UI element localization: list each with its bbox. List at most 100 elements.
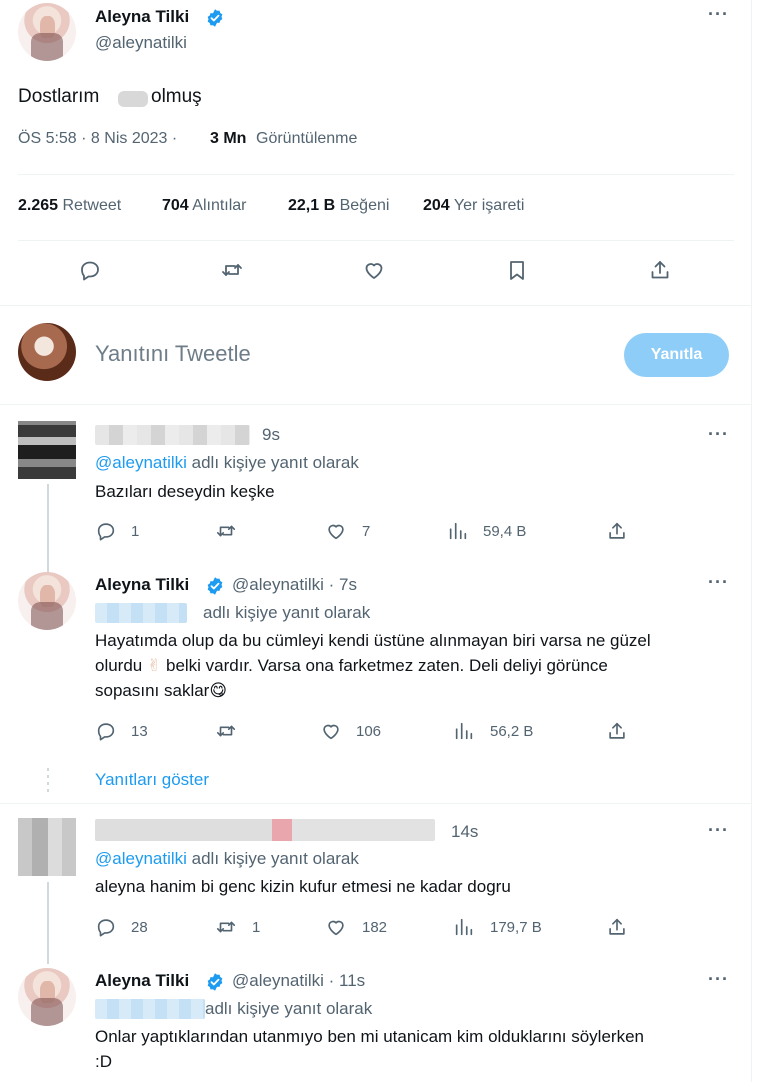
views-count: 59,4 B	[483, 523, 527, 540]
divider	[18, 174, 734, 175]
reply-text-part: olurdu	[95, 656, 143, 675]
like-count: 182	[362, 919, 388, 936]
comment-icon[interactable]	[95, 720, 117, 742]
retweet-icon[interactable]	[215, 520, 237, 542]
author-name[interactable]: Aleyna Tilki	[95, 7, 189, 27]
share-icon[interactable]	[606, 916, 628, 938]
reply-to-suffix: adlı kişiye yanıt olarak	[203, 603, 371, 622]
quotes-count: 704	[162, 197, 189, 214]
reply-time[interactable]: 9s	[262, 425, 280, 445]
quotes-label: Alıntılar	[192, 197, 247, 214]
comment-count: 28	[131, 919, 148, 936]
stat-bookmarks[interactable]: 204 Yer işareti	[423, 197, 524, 215]
like-icon[interactable]	[325, 520, 347, 542]
comment-icon[interactable]	[95, 520, 117, 542]
share-icon[interactable]	[648, 258, 672, 282]
views-label: Görüntülenme	[256, 130, 358, 147]
retweet-icon[interactable]	[215, 916, 237, 938]
censored-word	[118, 91, 148, 107]
avatar[interactable]	[18, 3, 76, 61]
reply-to-handle[interactable]: @aleynatilki	[95, 849, 187, 868]
divider	[0, 404, 752, 405]
more-icon[interactable]: ···	[708, 820, 729, 841]
author-handle-time[interactable]: @aleynatilki · 11s	[232, 971, 365, 991]
share-icon[interactable]	[606, 720, 628, 742]
reply-text: aleyna hanim bi genc kizin kufur etmesi …	[95, 877, 511, 896]
reply-to-handle[interactable]: @aleynatilki	[95, 453, 187, 472]
censored-name	[95, 819, 435, 841]
reply-text-line2: olurdu ✌ belki vardır. Varsa ona farketm…	[95, 656, 608, 676]
author-name[interactable]: Aleyna Tilki	[95, 971, 189, 991]
reply-text-line1: Onlar yaptıklarından utanmıyo ben mi uta…	[95, 1027, 644, 1046]
retweet-icon[interactable]	[220, 258, 244, 282]
comment-icon[interactable]	[78, 258, 102, 282]
tweet-text-start: Dostlarım	[18, 86, 100, 107]
reply-text-part: sopasını saklar	[95, 681, 210, 700]
tweet-text-end: olmuş	[151, 86, 202, 107]
bookmarks-label: Yer işareti	[453, 197, 525, 214]
avatar[interactable]	[18, 572, 76, 630]
more-icon[interactable]: ···	[708, 572, 729, 593]
divider	[18, 240, 734, 241]
user-avatar[interactable]	[18, 323, 76, 381]
retweet-count: 1	[252, 919, 261, 936]
verified-badge-icon	[207, 973, 223, 991]
reply-button[interactable]: Yanıtla	[624, 333, 729, 377]
views-icon[interactable]	[453, 916, 475, 938]
more-icon[interactable]: ···	[708, 969, 729, 990]
likes-count: 22,1 B	[288, 197, 336, 214]
like-icon[interactable]	[362, 258, 386, 282]
thread-line	[47, 882, 49, 964]
views-icon[interactable]	[447, 520, 469, 542]
avatar[interactable]	[18, 818, 76, 876]
more-icon[interactable]: ···	[708, 4, 729, 25]
retweets-label: Retweet	[62, 197, 122, 214]
verified-badge-icon	[207, 9, 223, 27]
thread-dots	[47, 764, 49, 792]
victory-hand-emoji: ✌	[147, 656, 162, 675]
views-count: 3 Mn	[210, 130, 247, 147]
reply-text-line2: :D	[95, 1052, 112, 1071]
reply-text-part: belki vardır. Varsa ona farketmez zaten.…	[165, 656, 608, 675]
like-count: 7	[362, 523, 371, 540]
reply-to-suffix: adlı kişiye yanıt olarak	[191, 849, 359, 868]
thread-line	[47, 484, 49, 576]
author-name[interactable]: Aleyna Tilki	[95, 575, 189, 595]
like-count: 106	[356, 723, 382, 740]
retweet-icon[interactable]	[215, 720, 237, 742]
reply-text-line3: sopasını saklar😋	[95, 681, 227, 701]
divider	[0, 803, 752, 804]
reply-to-suffix: adlı kişiye yanıt olarak	[205, 999, 373, 1018]
reply-time[interactable]: 14s	[451, 822, 478, 842]
tweet-timestamp[interactable]: ÖS 5:58 · 8 Nis 2023 ·	[18, 130, 177, 148]
reply-to-line: @aleynatilki adlı kişiye yanıt olarak	[95, 453, 359, 473]
divider	[0, 305, 752, 306]
avatar[interactable]	[18, 421, 76, 479]
reply-composer-input[interactable]: Yanıtını Tweetle	[95, 341, 251, 367]
stat-retweets[interactable]: 2.265 Retweet	[18, 197, 121, 215]
yum-emoji: 😋	[209, 681, 228, 700]
censored-handle	[95, 603, 187, 623]
reply-text: Bazıları deseydin keşke	[95, 482, 275, 501]
reply-text-line1: Hayatımda olup da bu cümleyi kendi üstün…	[95, 631, 651, 650]
like-icon[interactable]	[325, 916, 347, 938]
author-handle-time[interactable]: @aleynatilki · 7s	[232, 575, 357, 595]
share-icon[interactable]	[606, 520, 628, 542]
retweets-count: 2.265	[18, 197, 59, 214]
bookmark-icon[interactable]	[505, 258, 529, 282]
comment-icon[interactable]	[95, 916, 117, 938]
comment-count: 1	[131, 523, 140, 540]
views-count: 179,7 B	[490, 919, 542, 936]
show-replies-link[interactable]: Yanıtları göster	[95, 770, 209, 790]
like-icon[interactable]	[320, 720, 342, 742]
stat-quotes[interactable]: 704 Alıntılar	[162, 197, 247, 215]
views-icon[interactable]	[453, 720, 475, 742]
tweet-detail-page: Aleyna Tilki @aleynatilki ··· Dostlarım …	[0, 0, 752, 1082]
censored-handle	[95, 999, 205, 1019]
avatar[interactable]	[18, 968, 76, 1026]
views-count: 56,2 B	[490, 723, 534, 740]
reply-to-suffix: adlı kişiye yanıt olarak	[191, 453, 359, 472]
stat-likes[interactable]: 22,1 B Beğeni	[288, 197, 389, 215]
author-handle[interactable]: @aleynatilki	[95, 33, 187, 53]
more-icon[interactable]: ···	[708, 424, 729, 445]
